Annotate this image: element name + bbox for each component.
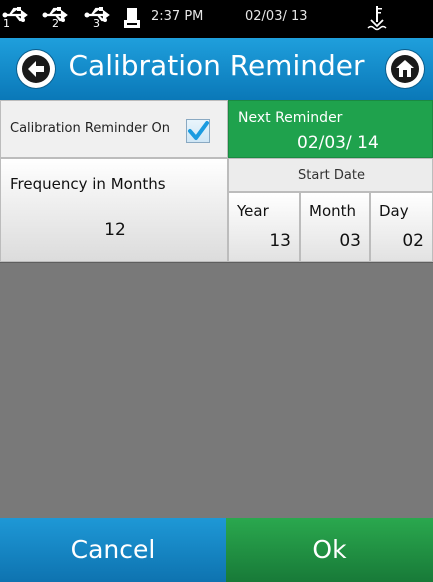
- reminder-on-label: Calibration Reminder On: [10, 121, 171, 136]
- status-date: 02/03/ 13: [245, 9, 308, 24]
- reminder-on-checkbox[interactable]: [186, 119, 210, 143]
- calibration-settings-panel: Calibration Reminder On Next Reminder 02…: [0, 100, 433, 262]
- usb-port-number: 3: [93, 17, 100, 30]
- day-field[interactable]: Day 02: [370, 192, 433, 262]
- start-date-header: Start Date: [228, 158, 433, 192]
- month-field[interactable]: Month 03: [300, 192, 370, 262]
- empty-content-area: [0, 262, 433, 519]
- ok-button[interactable]: Ok: [226, 518, 433, 582]
- back-button[interactable]: [17, 50, 55, 88]
- probe-icon: [367, 6, 387, 31]
- status-time: 2:37 PM: [151, 9, 204, 24]
- checkmark-icon: [188, 121, 209, 140]
- year-label: Year: [237, 202, 269, 220]
- next-reminder-date: 02/03/ 14: [297, 133, 379, 153]
- day-value: 02: [402, 231, 424, 251]
- title-bar: Calibration Reminder: [0, 38, 433, 100]
- page-title: Calibration Reminder: [68, 49, 365, 82]
- frequency-value: 12: [104, 220, 126, 240]
- reminder-toggle-row[interactable]: Calibration Reminder On: [0, 100, 228, 158]
- year-field[interactable]: Year 13: [228, 192, 300, 262]
- usb-port-number: 1: [3, 17, 10, 30]
- next-reminder-label: Next Reminder: [238, 110, 343, 126]
- start-date-label: Start Date: [298, 168, 365, 183]
- home-button[interactable]: [386, 50, 424, 88]
- cancel-button[interactable]: Cancel: [0, 518, 226, 582]
- printer-icon: [124, 8, 140, 28]
- month-label: Month: [309, 202, 357, 220]
- home-icon: [391, 55, 419, 83]
- next-reminder-box: Next Reminder 02/03/ 14: [228, 100, 433, 158]
- status-bar: 1 2 3 2:37 PM 02/03/ 13: [0, 0, 433, 38]
- usb-port-number: 2: [52, 17, 59, 30]
- month-value: 03: [339, 231, 361, 251]
- back-arrow-icon: [22, 55, 50, 83]
- year-value: 13: [269, 231, 291, 251]
- frequency-field[interactable]: Frequency in Months 12: [0, 158, 228, 262]
- day-label: Day: [379, 202, 409, 220]
- frequency-label: Frequency in Months: [10, 175, 166, 193]
